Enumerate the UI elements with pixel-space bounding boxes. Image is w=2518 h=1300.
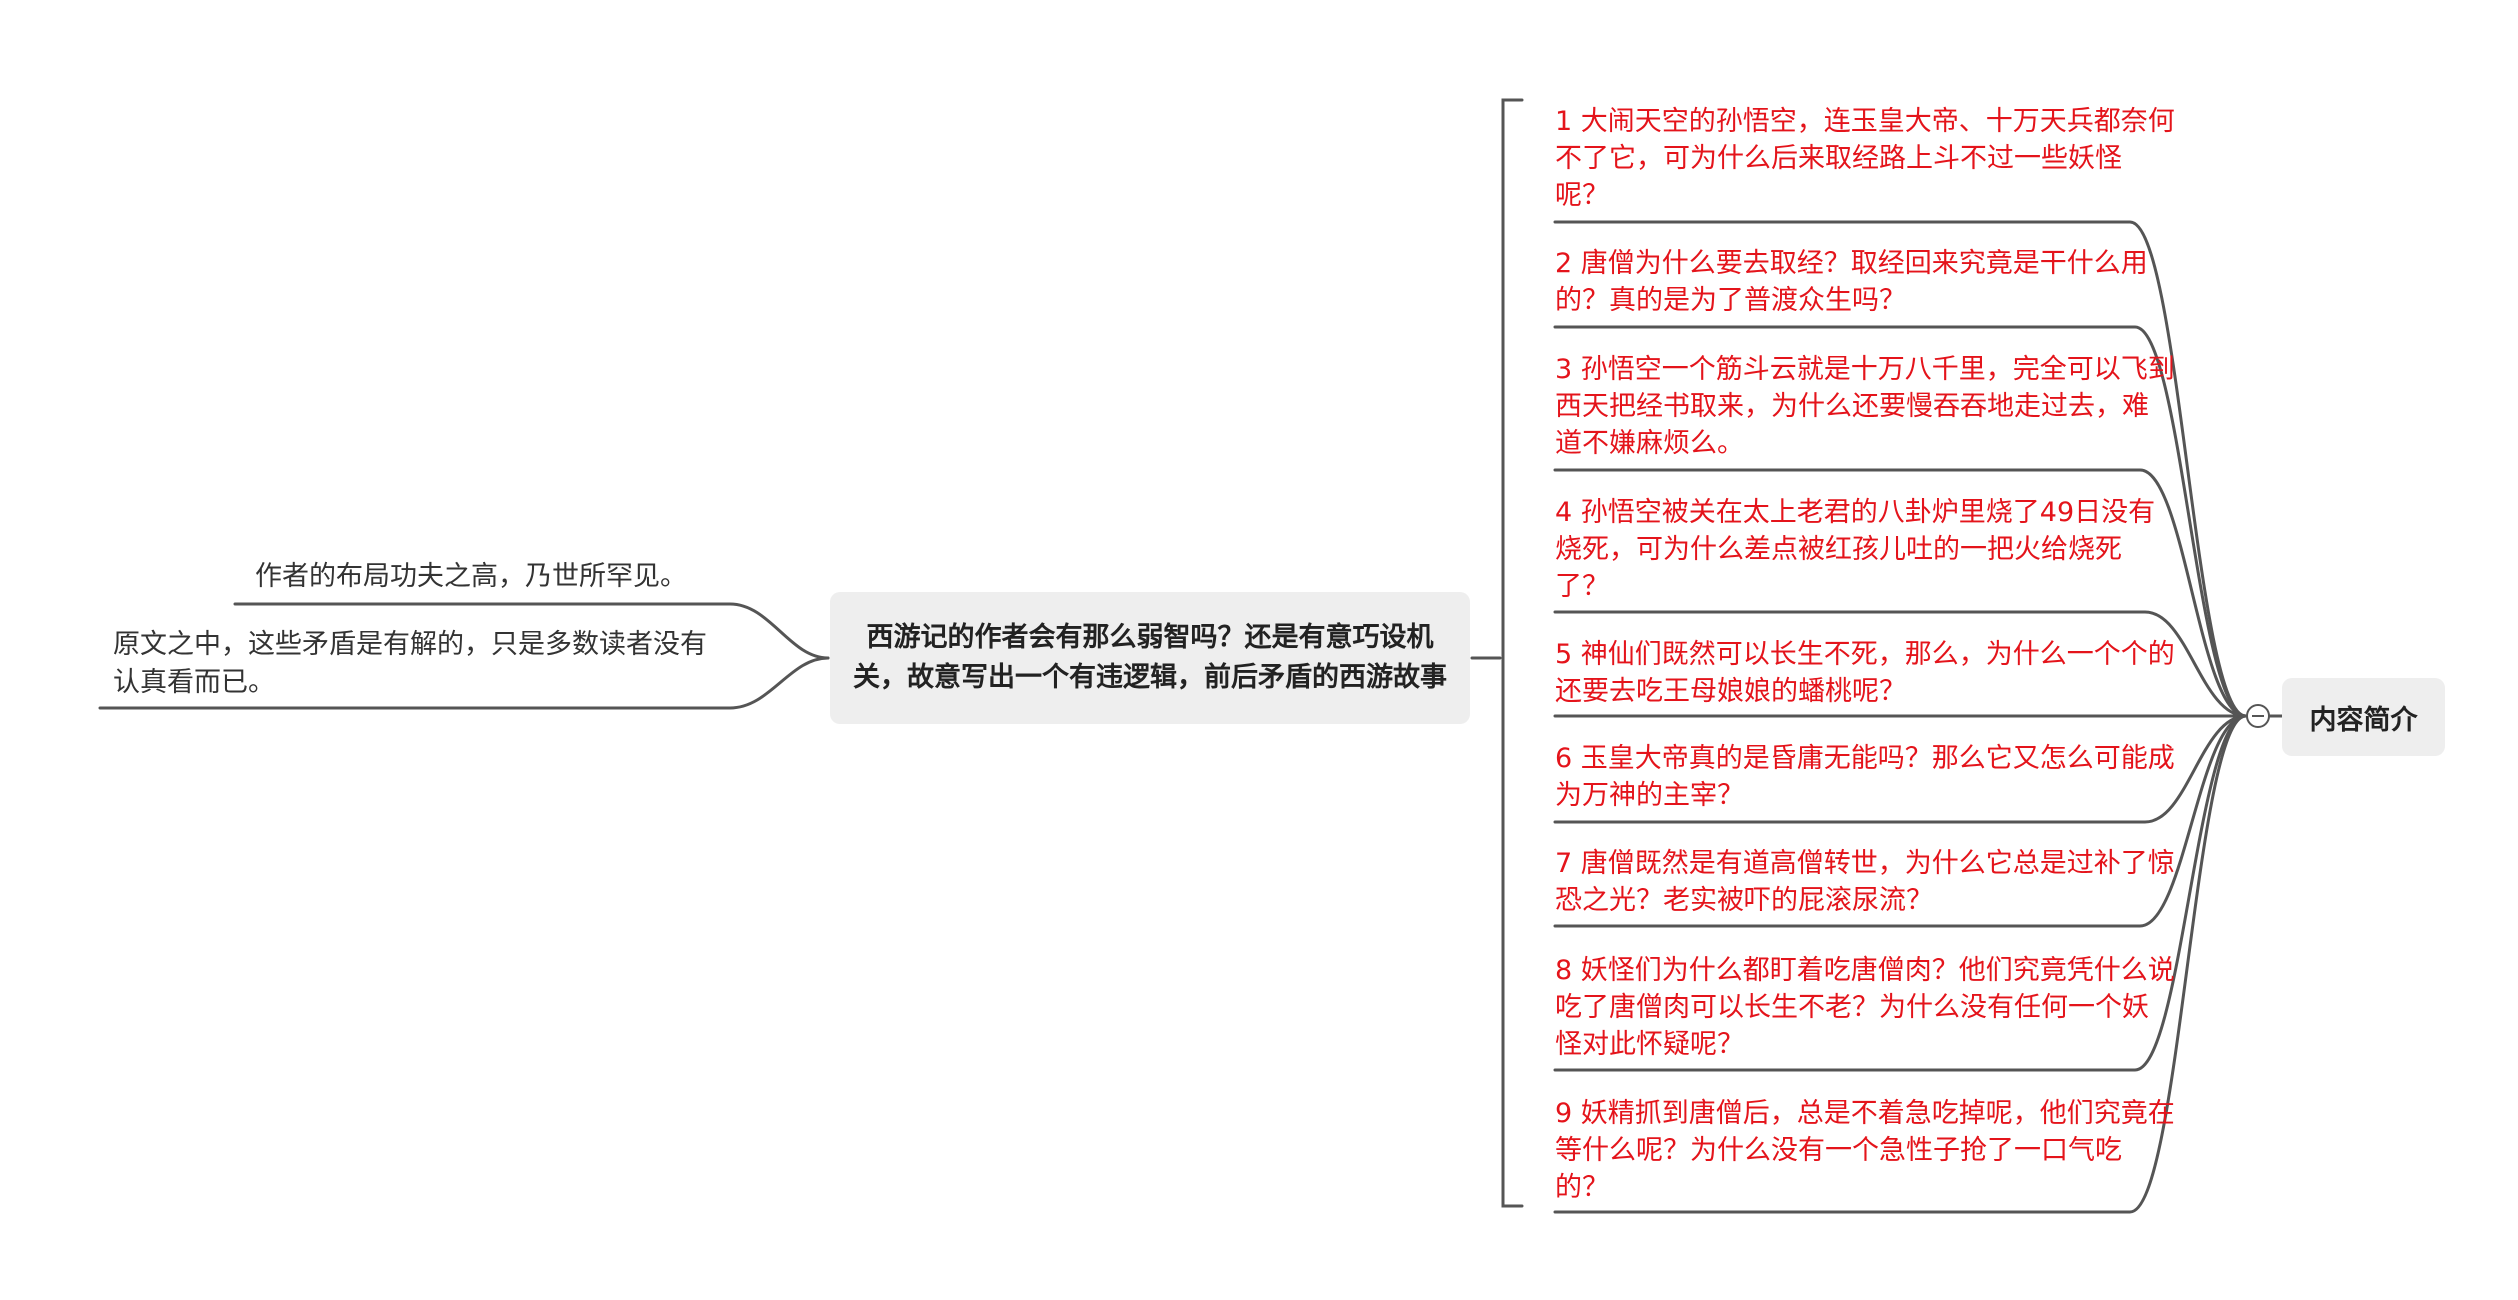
main-topic[interactable]: 西游记的作者会有那么弱智吗？还是有意巧设机关，故意写出一个有违逻辑，前后矛盾的西… [830, 592, 1470, 724]
item-4[interactable]: 4 孙悟空被关在太上老君的八卦炉里烧了49日没有烧死，可为什么差点被红孩儿吐的一… [1555, 494, 2175, 605]
note-2: 原文之中，这些矛盾是有解的，只是多数读者没有认真看而已。 [113, 629, 707, 698]
item-9[interactable]: 9 妖精抓到唐僧后，总是不着急吃掉呢，他们究竟在等什么呢？为什么没有一个急性子抢… [1555, 1095, 2175, 1206]
central-topic[interactable]: 内容简介 [2282, 678, 2445, 756]
main-topic-label: 西游记的作者会有那么弱智吗？还是有意巧设机关，故意写出一个有违逻辑，前后矛盾的西… [853, 622, 1447, 693]
item-6[interactable]: 6 玉皇大帝真的是昏庸无能吗？那么它又怎么可能成为万神的主宰？ [1555, 740, 2175, 814]
items-bracket [1501, 98, 1524, 1208]
item-2[interactable]: 2 唐僧为什么要去取经？取经回来究竟是干什么用的？真的是为了普渡众生吗？ [1555, 245, 2175, 319]
central-topic-label: 内容简介 [2309, 704, 2418, 736]
item-7[interactable]: 7 唐僧既然是有道高僧转世，为什么它总是过补了惊恐之光？老实被吓的屁滚尿流？ [1555, 845, 2175, 919]
note-1: 作者的布局功夫之高，乃世所罕见。 [255, 561, 687, 592]
item-1[interactable]: 1 大闹天空的孙悟空，连玉皇大帝、十万天兵都奈何不了它，可为什么后来取经路上斗不… [1555, 103, 2175, 214]
item-3[interactable]: 3 孙悟空一个筋斗云就是十万八千里，完全可以飞到西天把经书取来，为什么还要慢吞吞… [1555, 351, 2175, 462]
item-5[interactable]: 5 神仙们既然可以长生不死，那么，为什么一个个的还要去吃王母娘娘的蟠桃呢？ [1555, 636, 2175, 710]
item-8[interactable]: 8 妖怪们为什么都盯着吃唐僧肉？他们究竟凭什么说吃了唐僧肉可以长生不老？为什么没… [1555, 952, 2175, 1063]
collapse-toggle-icon[interactable] [2246, 704, 2270, 728]
